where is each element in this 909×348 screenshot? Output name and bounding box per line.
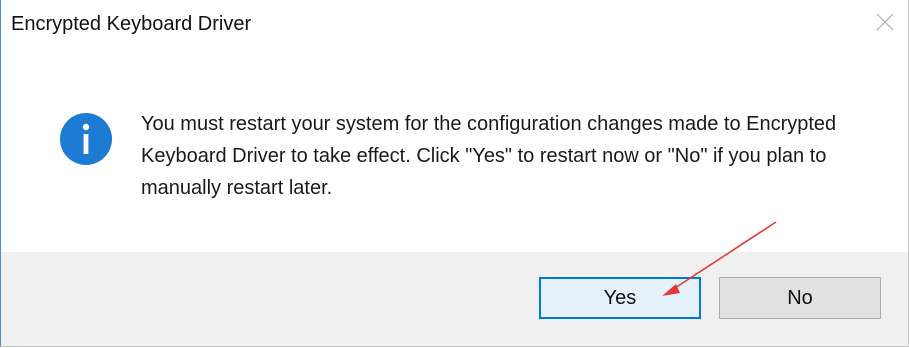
message-dialog: Encrypted Keyboard Driver You must resta…	[0, 0, 909, 347]
info-icon	[60, 113, 112, 165]
dialog-message: You must restart your system for the con…	[141, 113, 837, 199]
close-icon	[876, 13, 894, 31]
button-bar: Yes No	[1, 252, 908, 346]
window-title: Encrypted Keyboard Driver	[11, 13, 252, 35]
title-bar: Encrypted Keyboard Driver	[1, 0, 908, 44]
close-button[interactable]	[862, 0, 908, 44]
dialog-content: You must restart your system for the con…	[1, 44, 908, 252]
yes-button[interactable]: Yes	[539, 277, 701, 319]
no-button[interactable]: No	[719, 277, 881, 319]
